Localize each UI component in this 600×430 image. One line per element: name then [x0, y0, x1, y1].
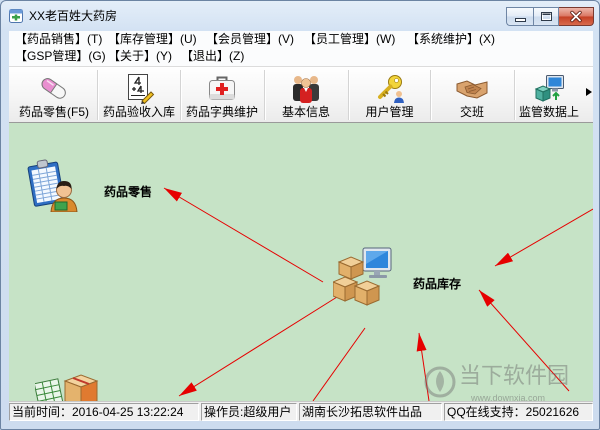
menu-system[interactable]: 【系统维护】(X) [406, 31, 496, 48]
status-support: QQ在线支持：25021626 [444, 403, 593, 421]
toolbar: 药品零售(F5) 药品验收入库 药品字典维护 基本信息 用户管理 交班 监管数据… [9, 66, 593, 123]
flow-arrow-from-bottom-right [478, 289, 570, 392]
minimize-icon [515, 18, 526, 22]
menu-gsp[interactable]: 【GSP管理】(G) [14, 48, 107, 65]
retail-clipboard-icon[interactable] [27, 158, 79, 212]
toolbar-user-management-label: 用户管理 [365, 105, 414, 119]
flow-arrows [163, 187, 593, 401]
flow-arrow-from-bottom [416, 332, 430, 401]
first-aid-kit-icon [209, 76, 235, 100]
menu-members[interactable]: 【会员管理】(V) [205, 31, 295, 48]
status-current-time: 当前时间：2016-04-25 13:22:24 [9, 403, 199, 421]
flow-arrow-from-right [494, 208, 593, 267]
node-inventory-label[interactable]: 药品库存 [413, 277, 461, 291]
stock-boxes-icon[interactable] [35, 371, 107, 401]
menu-inventory[interactable]: 【库存管理】(U) [107, 31, 198, 48]
toolbar-receiving-label: 药品验收入库 [102, 105, 175, 119]
toolbar-receiving-button[interactable]: 药品验收入库 [98, 69, 180, 121]
people-group-icon [293, 76, 319, 103]
toolbar-shift-handover-button[interactable]: 交班 [431, 69, 513, 121]
toolbar-dictionary-label: 药品字典维护 [185, 105, 258, 119]
pharmacy-app-icon [9, 9, 23, 23]
menu-bar: 【药品销售】(T) 【库存管理】(U) 【会员管理】(V) 【员工管理】(W) … [9, 31, 593, 66]
window-title: XX老百姓大药房 [29, 9, 118, 23]
maximize-icon [541, 12, 552, 21]
pill-capsule-icon [41, 78, 66, 99]
menu-about[interactable]: 【关于】(Y) [107, 48, 173, 65]
inventory-computer-icon[interactable] [333, 246, 393, 308]
toolbar-dictionary-button[interactable]: 药品字典维护 [181, 69, 263, 121]
minimize-button[interactable] [506, 7, 533, 26]
menu-staff[interactable]: 【员工管理】(W) [303, 31, 396, 48]
user-keys-icon [377, 75, 404, 103]
toolbar-retail-button[interactable]: 药品零售(F5) [11, 69, 97, 121]
flow-arrow-to-bottom-left [178, 296, 338, 397]
app-window: XX老百姓大药房 【药品销售】(T) 【库存管理】(U) 【会员管理】(V) 【… [0, 0, 600, 430]
toolbar-shift-handover-label: 交班 [459, 105, 484, 119]
flow-arrow-to-retail [163, 187, 324, 283]
title-bar[interactable]: XX老百姓大药房 [1, 1, 600, 31]
menu-exit[interactable]: 【退出】(Z) [180, 48, 245, 65]
toolbar-basic-info-label: 基本信息 [281, 105, 330, 119]
calculator-notepad-icon [128, 74, 155, 104]
status-vendor: 湖南长沙拓思软件出品 [299, 403, 442, 421]
maximize-button[interactable] [533, 7, 559, 26]
toolbar-basic-info-button[interactable]: 基本信息 [265, 69, 347, 121]
workspace: 药品零售 药品库存 [9, 123, 593, 401]
node-retail-label[interactable]: 药品零售 [104, 185, 152, 199]
status-operator: 操作员:超级用户 [201, 403, 297, 421]
toolbar-user-management-button[interactable]: 用户管理 [349, 69, 430, 121]
data-upload-icon [534, 75, 564, 102]
close-icon [570, 10, 582, 23]
status-bar: 当前时间：2016-04-25 13:22:24 操作员:超级用户 湖南长沙拓思… [9, 401, 593, 421]
toolbar-regulatory-upload-label: 监管数据上 [518, 105, 579, 119]
handshake-icon [456, 80, 488, 99]
toolbar-regulatory-upload-button[interactable]: 监管数据上 [515, 69, 583, 121]
menu-drug-sales[interactable]: 【药品销售】(T) [14, 31, 103, 48]
chevron-right-icon[interactable] [585, 87, 593, 97]
flow-line-down [312, 327, 366, 401]
close-button[interactable] [559, 7, 594, 26]
toolbar-retail-label: 药品零售(F5) [19, 105, 89, 119]
